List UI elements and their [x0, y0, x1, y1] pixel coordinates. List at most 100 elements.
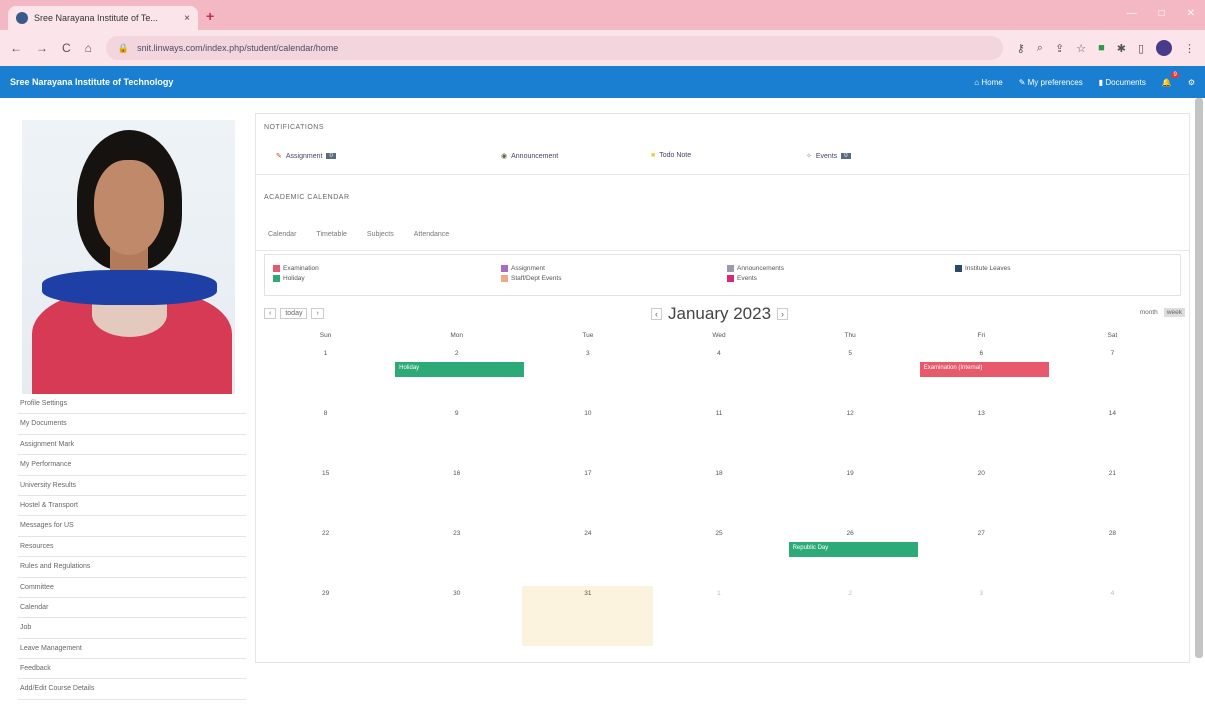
sidebar-menu-item[interactable]: Feedback: [18, 659, 246, 680]
events-icon: ✧: [806, 153, 812, 160]
calendar-day-cell[interactable]: 25: [653, 526, 784, 586]
minimize-button[interactable]: —: [1127, 8, 1137, 19]
sidebar-menu-item[interactable]: Messages for US: [18, 516, 246, 537]
calendar-day-cell[interactable]: 27: [916, 526, 1047, 586]
sidebar: Profile Settings My Documents Assignment M…: [18, 120, 246, 700]
calendar-day-cell[interactable]: 9: [391, 406, 522, 466]
sidebar-menu-item[interactable]: Job: [18, 618, 246, 639]
sidebar-menu-item[interactable]: Calendar: [18, 598, 246, 619]
notifications-bell-icon[interactable]: 🔔 9: [1162, 71, 1179, 87]
notif-announcement[interactable]: ◉ Announcement: [501, 152, 558, 161]
settings-gear-icon[interactable]: ⚙: [1188, 78, 1195, 87]
sidebar-menu-item[interactable]: University Results: [18, 476, 246, 496]
view-week-button[interactable]: week: [1163, 308, 1185, 317]
calendar-day-cell[interactable]: 28: [1047, 526, 1178, 586]
calendar-day-cell[interactable]: 3: [916, 586, 1047, 646]
brand-title[interactable]: Sree Narayana Institute of Technology: [10, 77, 173, 87]
calendar-week-row: 8 9 10 11 12 13 14: [260, 406, 1178, 466]
preferences-link[interactable]: ✎ My preferences: [1019, 78, 1083, 87]
calendar-day-cell[interactable]: 14: [1047, 406, 1178, 466]
event-holiday[interactable]: Holiday: [395, 362, 525, 377]
calendar-day-cell[interactable]: 10: [522, 406, 653, 466]
sidebar-menu-item[interactable]: Resources: [18, 537, 246, 558]
documents-link[interactable]: ▮ Documents: [1099, 78, 1146, 87]
calendar-day-cell[interactable]: 19: [785, 466, 916, 526]
key-icon[interactable]: ⚷: [1017, 42, 1025, 55]
calendar-day-cell[interactable]: 11: [653, 406, 784, 466]
profile-avatar[interactable]: [1156, 40, 1172, 56]
sidebar-menu-item[interactable]: My Documents: [18, 414, 246, 435]
calendar-day-cell[interactable]: 5: [785, 346, 916, 406]
notif-assignment[interactable]: ✎ Assignment 0: [276, 152, 336, 160]
calendar-day-cell[interactable]: 13: [916, 406, 1047, 466]
star-icon[interactable]: ☆: [1076, 42, 1086, 55]
legend-item: Assignment: [501, 265, 545, 272]
new-tab-button[interactable]: +: [206, 8, 214, 24]
share-icon[interactable]: ⇪: [1055, 42, 1064, 55]
sidepanel-icon[interactable]: ▯: [1138, 42, 1144, 55]
menu-dots-icon[interactable]: ⋮: [1184, 42, 1195, 55]
calendar-day-cell[interactable]: 4: [653, 346, 784, 406]
calendar-day-cell[interactable]: 31: [522, 586, 654, 646]
event-examination[interactable]: Examination (Internal): [919, 362, 1049, 377]
forward-icon[interactable]: →: [36, 41, 48, 55]
sidebar-menu-item[interactable]: Rules and Regulations: [18, 557, 246, 578]
calendar-day-cell[interactable]: 12: [785, 406, 916, 466]
month-prev-button[interactable]: ‹: [651, 308, 662, 320]
calendar-next-button[interactable]: ›: [311, 308, 324, 319]
calendar-day-cell[interactable]: 30: [391, 586, 522, 646]
calendar-day-cell[interactable]: 21: [1047, 466, 1178, 526]
close-tab-icon[interactable]: ×: [184, 13, 190, 24]
calendar-today-button[interactable]: today: [280, 308, 308, 319]
notif-todo[interactable]: ■ Todo Note: [651, 152, 691, 159]
sidebar-menu-item[interactable]: Assignment Mark: [18, 435, 246, 456]
calendar-day-cell[interactable]: 22: [260, 526, 391, 586]
sidebar-menu-item[interactable]: My Performance: [18, 455, 246, 476]
view-month-button[interactable]: month: [1137, 308, 1161, 317]
calendar-day-cell[interactable]: 15: [260, 466, 391, 526]
month-next-button[interactable]: ›: [777, 308, 789, 320]
notif-events[interactable]: ✧ Events 0: [806, 152, 851, 160]
sidebar-menu-item[interactable]: Add/Edit Course Details: [18, 679, 246, 700]
zoom-icon[interactable]: ⌕: [1037, 42, 1043, 55]
url-text: snit.linways.com/index.php/student/calen…: [137, 43, 339, 53]
calendar-prev-button[interactable]: ‹: [264, 308, 277, 319]
page-scrollbar[interactable]: [1195, 98, 1203, 658]
calendar-day-cell[interactable]: 24: [522, 526, 653, 586]
tab-attendance[interactable]: Attendance: [414, 231, 449, 238]
calendar-day-cell[interactable]: 1: [653, 586, 784, 646]
legend-swatch: [273, 265, 280, 272]
close-window-button[interactable]: ✕: [1187, 8, 1195, 19]
sidebar-menu-item[interactable]: Leave Management: [18, 639, 246, 660]
weekday-label: Fri: [977, 332, 986, 339]
tab-subjects[interactable]: Subjects: [367, 231, 394, 238]
sidebar-menu-item[interactable]: Committee: [18, 578, 246, 598]
browser-tab[interactable]: Sree Narayana Institute of Te... ×: [8, 6, 198, 30]
calendar-day-cell[interactable]: 18: [653, 466, 784, 526]
calendar-day-cell[interactable]: 20: [916, 466, 1047, 526]
sidebar-menu-item[interactable]: Hostel & Transport: [18, 496, 246, 517]
calendar-day-cell[interactable]: 1: [260, 346, 391, 406]
tab-timetable[interactable]: Timetable: [316, 231, 346, 238]
back-icon[interactable]: ←: [10, 41, 22, 55]
extension-icon[interactable]: ■: [1098, 42, 1105, 54]
event-republic-day[interactable]: Republic Day: [788, 542, 918, 557]
home-link[interactable]: ⌂ Home: [974, 78, 1002, 87]
puzzle-icon[interactable]: ✱: [1117, 42, 1126, 55]
home-icon[interactable]: ⌂: [85, 41, 92, 55]
weekday-label: Sun: [319, 332, 332, 339]
sidebar-menu-item[interactable]: Profile Settings: [18, 394, 246, 415]
calendar-day-cell[interactable]: 16: [391, 466, 522, 526]
calendar-day-cell[interactable]: 23: [391, 526, 522, 586]
calendar-day-cell[interactable]: 3: [522, 346, 653, 406]
tab-calendar[interactable]: Calendar: [268, 231, 296, 238]
url-field[interactable]: 🔒 snit.linways.com/index.php/student/cal…: [105, 36, 1003, 60]
calendar-day-cell[interactable]: 29: [260, 586, 391, 646]
calendar-day-cell[interactable]: 4: [1047, 586, 1178, 646]
calendar-day-cell[interactable]: 17: [522, 466, 653, 526]
maximize-button[interactable]: □: [1159, 8, 1165, 19]
calendar-day-cell[interactable]: 8: [260, 406, 391, 466]
reload-icon[interactable]: C: [62, 41, 71, 55]
calendar-day-cell[interactable]: 2: [785, 586, 916, 646]
calendar-day-cell[interactable]: 7: [1047, 346, 1178, 406]
